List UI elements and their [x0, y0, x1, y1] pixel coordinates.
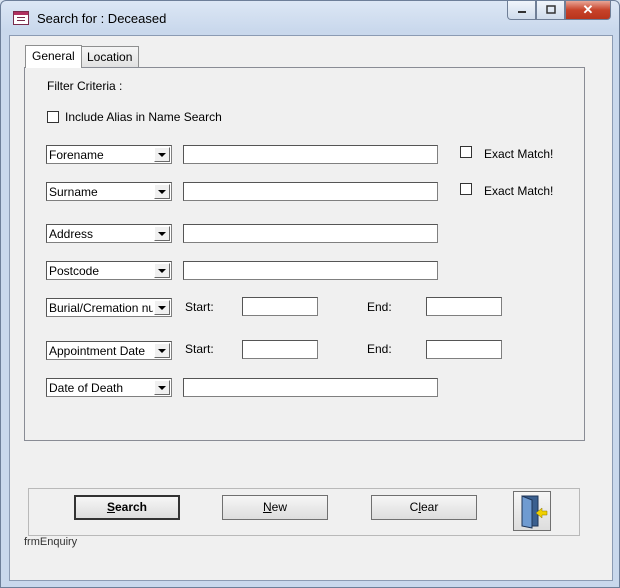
form-body: General Location Filter Criteria : Inclu…: [9, 35, 613, 581]
burial-end-input[interactable]: [426, 297, 502, 316]
burial-field-value: Burial/Cremation nu: [49, 301, 153, 315]
new-button[interactable]: New: [222, 495, 328, 520]
postcode-field-value: Postcode: [49, 264, 100, 278]
burial-start-label: Start:: [185, 300, 214, 314]
burial-start-input[interactable]: [242, 297, 318, 316]
forename-input[interactable]: [183, 145, 438, 164]
postcode-input[interactable]: [183, 261, 438, 280]
surname-exact-match-checkbox[interactable]: [460, 183, 472, 195]
window-title: Search for : Deceased: [37, 11, 167, 26]
exit-button[interactable]: [513, 491, 551, 531]
forename-exact-match-checkbox[interactable]: [460, 146, 472, 158]
appointment-field-select[interactable]: Appointment Date: [46, 341, 172, 360]
title-bar[interactable]: Search for : Deceased ✕: [1, 1, 619, 35]
exit-door-icon: [521, 495, 548, 529]
tab-general[interactable]: General: [25, 45, 82, 68]
appointment-start-input[interactable]: [242, 340, 318, 359]
chevron-down-icon[interactable]: [154, 147, 170, 162]
search-button-rest: earch: [114, 500, 148, 514]
forename-field-value: Forename: [49, 148, 104, 162]
include-alias-checkbox[interactable]: [47, 111, 59, 123]
surname-input[interactable]: [183, 182, 438, 201]
surname-field-value: Surname: [49, 185, 98, 199]
form-name-label: frmEnquiry: [24, 536, 78, 548]
burial-end-label: End:: [367, 300, 392, 314]
minimize-icon: [517, 11, 526, 13]
tab-general-label: General: [32, 49, 75, 63]
chevron-down-icon[interactable]: [154, 380, 170, 395]
date-of-death-field-select[interactable]: Date of Death: [46, 378, 172, 397]
form-icon: [13, 11, 29, 25]
forename-exact-match-label: Exact Match!: [484, 147, 554, 161]
close-button[interactable]: ✕: [565, 1, 611, 20]
address-field-value: Address: [49, 227, 94, 241]
chevron-down-icon[interactable]: [154, 226, 170, 241]
address-input[interactable]: [183, 224, 438, 243]
postcode-field-select[interactable]: Postcode: [46, 261, 172, 280]
new-mnemonic: N: [262, 500, 272, 514]
chevron-down-icon[interactable]: [154, 184, 170, 199]
chevron-down-icon[interactable]: [154, 263, 170, 278]
appointment-field-value: Appointment Date: [49, 344, 146, 358]
appointment-end-input[interactable]: [426, 340, 502, 359]
clear-button-rest: ear: [421, 500, 439, 514]
date-of-death-field-value: Date of Death: [49, 381, 124, 395]
surname-exact-match-label: Exact Match!: [484, 184, 554, 198]
address-field-select[interactable]: Address: [46, 224, 172, 243]
chevron-down-icon[interactable]: [154, 300, 170, 315]
clear-button[interactable]: Clear: [371, 495, 477, 520]
burial-field-select[interactable]: Burial/Cremation nu: [46, 298, 172, 317]
surname-field-select[interactable]: Surname: [46, 182, 172, 201]
date-of-death-input[interactable]: [183, 378, 438, 397]
close-icon: ✕: [582, 2, 594, 17]
tab-location-label: Location: [87, 50, 133, 64]
search-window: Search for : Deceased ✕ General Location…: [0, 0, 620, 588]
appointment-start-label: Start:: [185, 342, 214, 356]
tab-location[interactable]: Location: [80, 46, 140, 67]
maximize-icon: [545, 5, 556, 14]
appointment-end-label: End:: [367, 342, 392, 356]
new-button-rest: ew: [271, 500, 287, 514]
search-mnemonic: S: [106, 500, 115, 514]
general-tab-panel: Filter Criteria : Include Alias in Name …: [24, 67, 585, 441]
maximize-button[interactable]: [536, 1, 565, 20]
filter-criteria-heading: Filter Criteria :: [47, 79, 123, 93]
forename-field-select[interactable]: Forename: [46, 145, 172, 164]
include-alias-label: Include Alias in Name Search: [65, 110, 222, 124]
minimize-button[interactable]: [507, 1, 536, 20]
search-button[interactable]: Search: [74, 495, 180, 520]
chevron-down-icon[interactable]: [154, 343, 170, 358]
